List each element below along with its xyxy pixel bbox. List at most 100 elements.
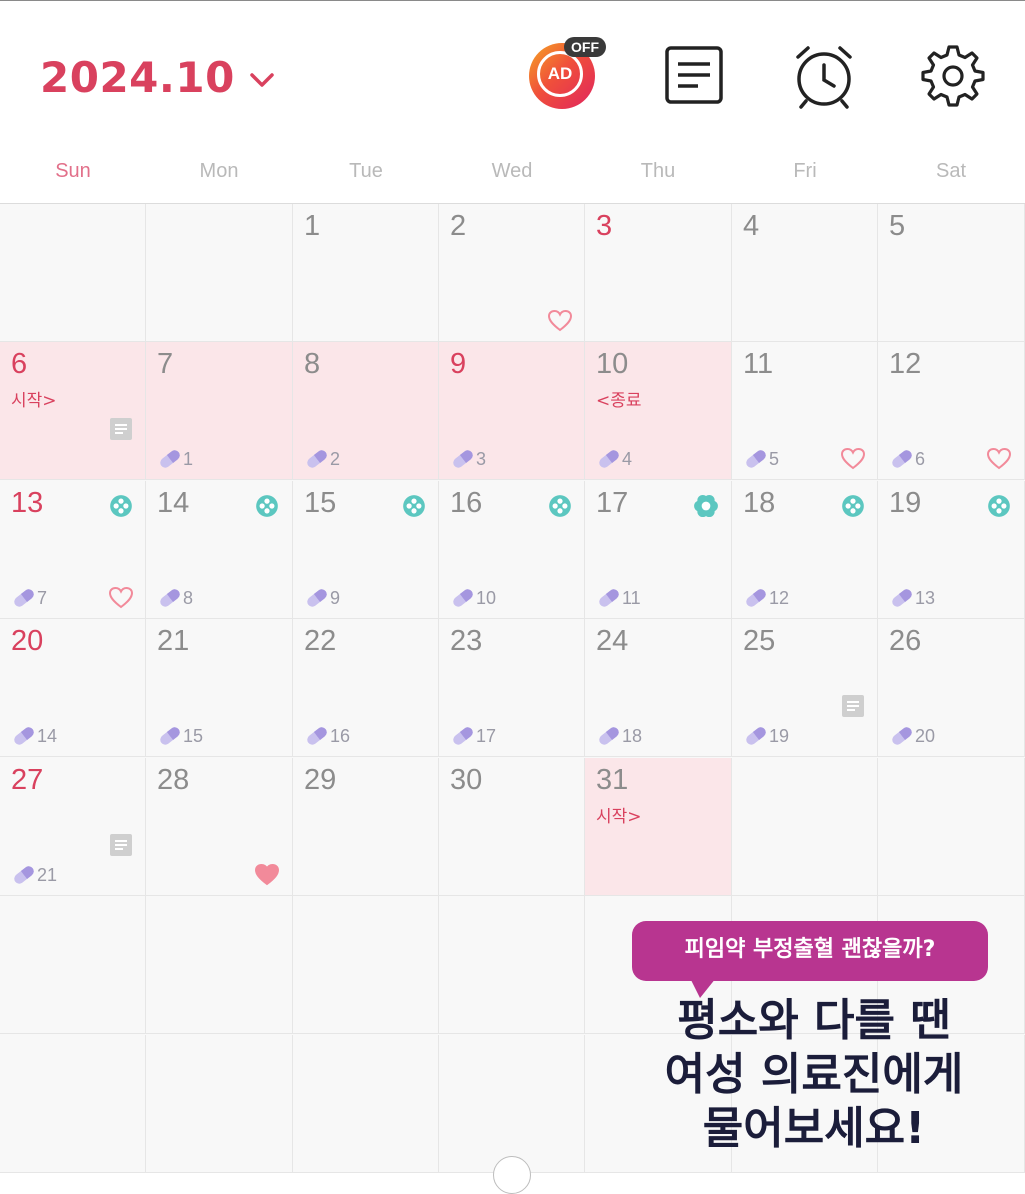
fertile-dot-icon	[840, 493, 866, 523]
pill-icon	[890, 449, 914, 473]
calendar-empty-cell[interactable]	[439, 896, 585, 1034]
calendar-empty-cell[interactable]	[146, 896, 293, 1034]
pill-icon	[12, 726, 36, 750]
day-cell-26[interactable]: 26 20	[878, 619, 1025, 757]
calendar-empty-cell[interactable]	[0, 896, 146, 1034]
day-cell-11[interactable]: 11 5	[732, 342, 878, 480]
day-number: 29	[304, 764, 337, 796]
period-marker: <종료	[596, 391, 642, 411]
calendar-empty-cell[interactable]	[0, 1035, 146, 1173]
day-number: 25	[743, 625, 776, 657]
day-cell-6[interactable]: 6 시작>	[0, 342, 146, 480]
pill-icon	[12, 865, 36, 889]
period-marker: 시작>	[596, 807, 642, 827]
day-cell-13[interactable]: 13 7	[0, 481, 146, 619]
month-label: 2024.10	[40, 53, 235, 102]
pill-icon	[451, 449, 475, 473]
scroll-handle[interactable]	[493, 1156, 531, 1194]
day-cell-25[interactable]: 25 19	[732, 619, 878, 757]
calendar-empty-cell[interactable]	[293, 1035, 439, 1173]
pill-icon	[451, 588, 475, 612]
day-cell-18[interactable]: 18 12	[732, 481, 878, 619]
day-number: 27	[11, 764, 44, 796]
weekday-sat: Sat	[935, 160, 967, 182]
banner-question-bubble: 피임약 부정출혈 괜찮을까?	[632, 921, 988, 981]
day-cell-8[interactable]: 82	[293, 342, 439, 480]
pill-day-count: 3	[476, 449, 487, 469]
day-cell-3[interactable]: 3	[585, 204, 732, 342]
day-cell-22[interactable]: 22 16	[293, 619, 439, 757]
day-cell-12[interactable]: 12 6	[878, 342, 1025, 480]
day-cell-20[interactable]: 20 14	[0, 619, 146, 757]
day-cell-29[interactable]: 29	[293, 758, 439, 896]
calendar-empty-cell[interactable]	[293, 896, 439, 1034]
day-cell-5[interactable]: 5	[878, 204, 1025, 342]
calendar-empty-cell[interactable]	[146, 1035, 293, 1173]
calendar-empty-cell[interactable]	[439, 1035, 585, 1173]
day-number: 8	[304, 348, 321, 380]
app-header: 2024.10 AD OFF	[0, 0, 1025, 150]
fertile-dot-icon	[986, 493, 1012, 523]
day-cell-27[interactable]: 27 21	[0, 758, 146, 896]
day-number: 1	[304, 210, 321, 242]
pill-icon	[597, 449, 621, 473]
day-cell-15[interactable]: 15 9	[293, 481, 439, 619]
day-number: 24	[596, 625, 629, 657]
day-cell-17[interactable]: 17 11	[585, 481, 732, 619]
day-cell-9[interactable]: 93	[439, 342, 585, 480]
day-cell-23[interactable]: 23 17	[439, 619, 585, 757]
day-cell-16[interactable]: 16 10	[439, 481, 585, 619]
day-number: 15	[304, 487, 337, 519]
ad-toggle-button[interactable]: AD OFF	[527, 37, 613, 111]
day-number: 12	[889, 348, 922, 380]
day-cell-14[interactable]: 14 8	[146, 481, 293, 619]
heart-filled-icon	[254, 863, 280, 891]
pill-icon	[744, 449, 768, 473]
pill-day-count: 15	[183, 726, 204, 746]
day-number: 17	[596, 487, 629, 519]
calendar-empty-cell[interactable]	[0, 204, 146, 342]
weekday-mon: Mon	[199, 160, 239, 182]
pill-icon	[158, 588, 182, 612]
pill-day-count: 19	[769, 726, 790, 746]
day-number: 13	[11, 487, 44, 519]
day-cell-7[interactable]: 71	[146, 342, 293, 480]
banner-line-2: 여성 의료진에게	[664, 1049, 964, 1100]
weekday-header: Sun Mon Tue Wed Thu Fri Sat	[0, 160, 1025, 200]
day-cell-4[interactable]: 4	[732, 204, 878, 342]
calendar-empty-cell[interactable]	[878, 758, 1025, 896]
day-number: 18	[743, 487, 776, 519]
pill-icon	[597, 588, 621, 612]
ad-off-badge: OFF	[564, 37, 606, 57]
day-cell-2[interactable]: 2	[439, 204, 585, 342]
day-cell-1[interactable]: 1	[293, 204, 439, 342]
pill-day-count: 21	[37, 865, 58, 885]
day-number: 11	[743, 348, 774, 380]
calendar-empty-cell[interactable]	[146, 204, 293, 342]
pill-day-count: 8	[183, 588, 194, 608]
alarm-button[interactable]	[792, 43, 856, 109]
chevron-down-icon	[249, 50, 275, 99]
day-cell-30[interactable]: 30	[439, 758, 585, 896]
calendar-empty-cell[interactable]	[732, 758, 878, 896]
banner-line-1: 평소와 다를 땐	[677, 995, 951, 1046]
memo-button[interactable]	[664, 45, 724, 105]
month-selector[interactable]: 2024.10	[40, 53, 275, 105]
pill-day-count: 2	[330, 449, 341, 469]
day-cell-24[interactable]: 24 18	[585, 619, 732, 757]
day-cell-31[interactable]: 31 시작>	[585, 758, 732, 896]
ad-banner[interactable]: 피임약 부정출혈 괜찮을까? 평소와 다를 땐 여성 의료진에게 물어보세요!	[628, 918, 1008, 1168]
alarm-clock-icon	[796, 46, 852, 109]
settings-button[interactable]	[920, 43, 986, 109]
pill-icon	[305, 726, 329, 750]
fertile-dot-icon	[108, 493, 134, 523]
day-cell-19[interactable]: 19 13	[878, 481, 1025, 619]
pill-day-count: 5	[769, 449, 780, 469]
pill-day-count: 13	[915, 588, 936, 608]
heart-outline-icon	[547, 309, 573, 337]
day-cell-28[interactable]: 28	[146, 758, 293, 896]
day-cell-10[interactable]: 10 <종료 4	[585, 342, 732, 480]
day-number: 4	[743, 210, 760, 242]
day-cell-21[interactable]: 21 15	[146, 619, 293, 757]
day-number: 6	[11, 348, 28, 380]
